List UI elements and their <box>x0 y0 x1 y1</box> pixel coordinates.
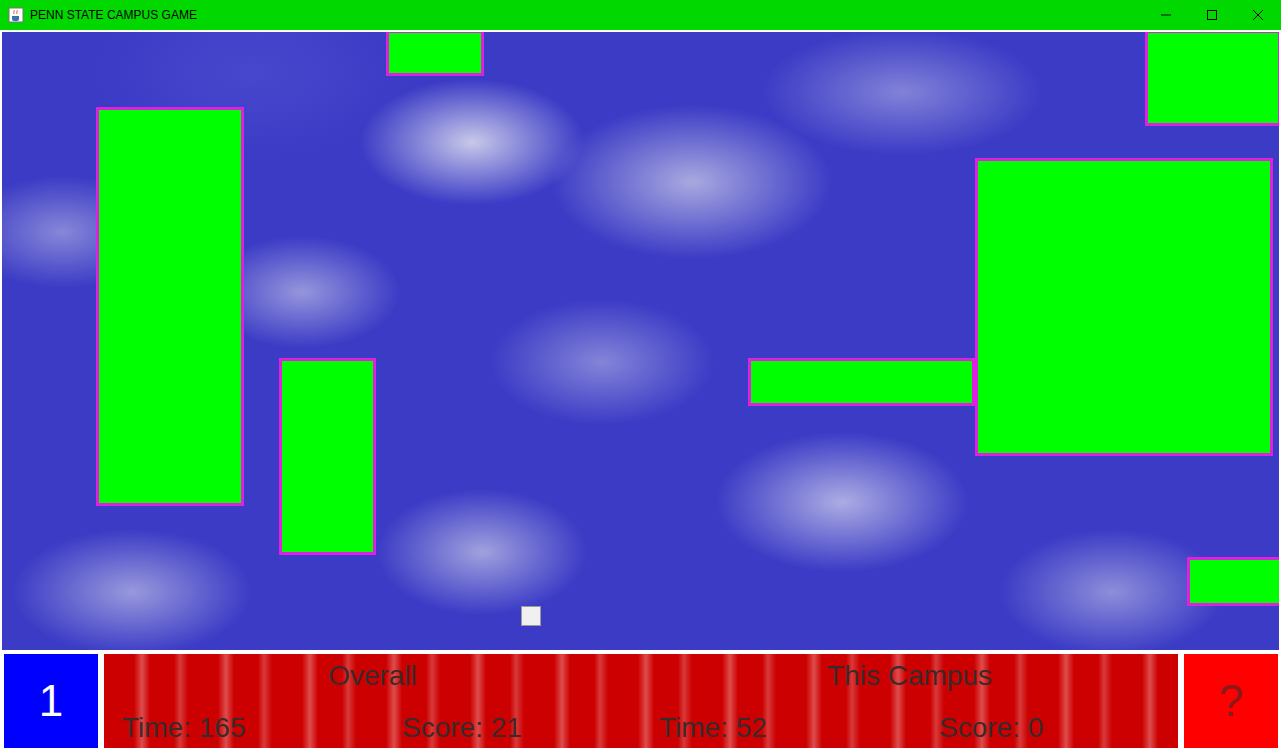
group-heading: Overall <box>122 660 641 692</box>
score-label: Score: 21 <box>402 712 641 744</box>
window-controls <box>1143 0 1281 30</box>
title-bar: PENN STATE CAMPUS GAME <box>0 0 1281 30</box>
score-group: This Campus Time: 52Score: 0 <box>641 654 1178 748</box>
obstacle-block <box>975 158 1273 456</box>
obstacle-block <box>748 358 975 406</box>
game-window: PENN STATE CAMPUS GAME1OverallTime: 165S… <box>0 0 1281 751</box>
minimize-icon <box>1161 10 1171 20</box>
player-square[interactable] <box>521 606 541 626</box>
close-icon <box>1253 10 1263 20</box>
help-button[interactable]: ? <box>1184 654 1278 748</box>
maximize-button[interactable] <box>1189 0 1235 30</box>
close-button[interactable] <box>1235 0 1281 30</box>
time-label: Time: 165 <box>122 712 402 744</box>
stats-row: Time: 52Score: 0 <box>659 712 1178 744</box>
minimize-button[interactable] <box>1143 0 1189 30</box>
obstacle-block <box>279 358 376 555</box>
java-cup-icon <box>8 7 24 23</box>
status-bar: 1 Overall Time: 165Score: 21 This Campus Tim… <box>0 652 1281 751</box>
score-group: Overall Time: 165Score: 21 <box>104 654 641 748</box>
group-heading: This Campus <box>659 660 1178 692</box>
obstacle-block <box>1145 30 1281 126</box>
stats-row: Time: 165Score: 21 <box>122 712 641 744</box>
obstacle-block <box>96 107 244 506</box>
time-label: Time: 52 <box>659 712 939 744</box>
obstacle-block <box>386 30 484 76</box>
obstacle-block <box>1187 557 1281 606</box>
game-board[interactable] <box>0 30 1281 652</box>
maximize-icon <box>1207 10 1217 20</box>
campus-number: 1 <box>4 654 98 748</box>
score-panel: Overall Time: 165Score: 21 This Campus Time… <box>104 654 1178 748</box>
score-label: Score: 0 <box>939 712 1178 744</box>
window-title: PENN STATE CAMPUS GAME <box>30 8 1137 22</box>
